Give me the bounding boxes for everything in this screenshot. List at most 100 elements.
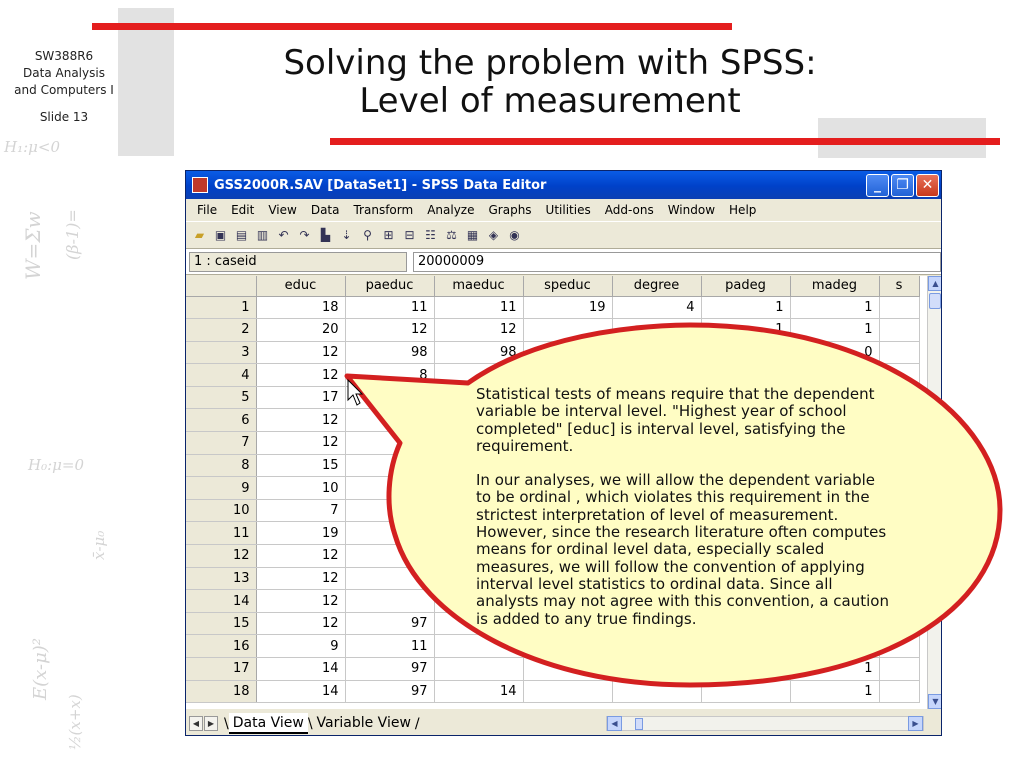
undo-icon[interactable]: ↶ bbox=[276, 228, 291, 242]
print-icon[interactable]: ▤ bbox=[234, 228, 249, 242]
data-cell[interactable]: 11 bbox=[434, 296, 524, 320]
data-cell[interactable] bbox=[701, 363, 791, 387]
data-cell[interactable]: 0 bbox=[790, 341, 880, 365]
menu-window[interactable]: Window bbox=[661, 203, 722, 217]
data-cell[interactable] bbox=[879, 680, 920, 704]
data-cell[interactable]: 12 bbox=[256, 408, 346, 433]
data-cell[interactable] bbox=[345, 589, 435, 613]
data-cell[interactable] bbox=[523, 634, 613, 658]
data-cell[interactable] bbox=[434, 634, 524, 658]
row-header[interactable]: 16 bbox=[186, 634, 257, 658]
data-cell[interactable] bbox=[345, 431, 435, 455]
data-cell[interactable]: 1 bbox=[701, 296, 791, 320]
tab-next-icon[interactable]: ▶ bbox=[204, 716, 218, 731]
data-cell[interactable]: 20 bbox=[256, 318, 346, 342]
select-cases-icon[interactable]: ▦ bbox=[465, 228, 480, 242]
column-header[interactable]: s bbox=[879, 276, 920, 297]
menu-transform[interactable]: Transform bbox=[346, 203, 420, 217]
data-cell[interactable] bbox=[523, 363, 613, 387]
menu-view[interactable]: View bbox=[261, 203, 303, 217]
data-cell[interactable] bbox=[523, 680, 613, 704]
row-header[interactable]: 6 bbox=[186, 408, 257, 433]
data-cell[interactable]: 12 bbox=[256, 567, 346, 591]
data-cell[interactable]: 19 bbox=[523, 296, 613, 320]
row-header[interactable]: 4 bbox=[186, 363, 257, 387]
data-cell[interactable]: 12 bbox=[256, 341, 346, 365]
menu-data[interactable]: Data bbox=[304, 203, 347, 217]
data-cell[interactable] bbox=[345, 476, 435, 500]
data-cell[interactable] bbox=[345, 521, 435, 546]
menu-analyze[interactable]: Analyze bbox=[420, 203, 481, 217]
menu-edit[interactable]: Edit bbox=[224, 203, 261, 217]
menu-add-ons[interactable]: Add-ons bbox=[598, 203, 661, 217]
row-header[interactable]: 5 bbox=[186, 386, 257, 410]
data-cell[interactable]: 4 bbox=[612, 296, 702, 320]
scroll-left-icon[interactable]: ◀ bbox=[607, 716, 622, 731]
data-cell[interactable] bbox=[523, 657, 613, 681]
data-cell[interactable]: 12 bbox=[256, 431, 346, 455]
column-header[interactable]: padeg bbox=[701, 276, 791, 297]
column-header[interactable]: paeduc bbox=[345, 276, 435, 297]
value-labels-icon[interactable]: ◈ bbox=[486, 228, 501, 242]
data-cell[interactable]: 97 bbox=[345, 612, 435, 636]
data-cell[interactable] bbox=[612, 318, 702, 342]
vertical-scrollbar[interactable]: ▲ ▼ bbox=[927, 276, 941, 709]
row-header[interactable]: 12 bbox=[186, 544, 257, 568]
data-cell[interactable]: 97 bbox=[345, 680, 435, 704]
data-cell[interactable]: 14 bbox=[434, 680, 524, 704]
row-header[interactable]: 1 bbox=[186, 296, 257, 320]
scroll-down-icon[interactable]: ▼ bbox=[928, 694, 941, 709]
menu-graphs[interactable]: Graphs bbox=[481, 203, 538, 217]
scroll-right-icon[interactable]: ▶ bbox=[908, 716, 923, 731]
menu-help[interactable]: Help bbox=[722, 203, 763, 217]
corner-cell[interactable] bbox=[186, 276, 257, 297]
data-cell[interactable] bbox=[879, 296, 920, 320]
row-header[interactable]: 7 bbox=[186, 431, 257, 455]
window-titlebar[interactable]: GSS2000R.SAV [DataSet1] - SPSS Data Edit… bbox=[186, 171, 941, 199]
data-cell[interactable]: 1 bbox=[790, 680, 880, 704]
data-cell[interactable] bbox=[434, 363, 524, 387]
data-cell[interactable]: 19 bbox=[256, 521, 346, 546]
data-cell[interactable]: 98 bbox=[345, 341, 435, 365]
data-cell[interactable]: 18 bbox=[256, 296, 346, 320]
tab-prev-icon[interactable]: ◀ bbox=[189, 716, 203, 731]
data-cell[interactable] bbox=[612, 657, 702, 681]
data-cell[interactable] bbox=[701, 341, 791, 365]
data-cell[interactable] bbox=[879, 657, 920, 681]
use-sets-icon[interactable]: ◉ bbox=[507, 228, 522, 242]
data-cell[interactable] bbox=[612, 363, 702, 387]
insert-cases-icon[interactable]: ⊞ bbox=[381, 228, 396, 242]
data-cell[interactable]: 1 bbox=[701, 318, 791, 342]
column-header[interactable]: educ bbox=[256, 276, 346, 297]
close-button[interactable]: ✕ bbox=[916, 173, 939, 197]
data-cell[interactable] bbox=[701, 680, 791, 704]
menu-utilities[interactable]: Utilities bbox=[539, 203, 598, 217]
data-cell[interactable]: 11 bbox=[345, 296, 435, 320]
column-header[interactable]: degree bbox=[612, 276, 702, 297]
data-cell[interactable]: 1 bbox=[790, 318, 880, 342]
goto-chart-icon[interactable]: ▙ bbox=[318, 228, 333, 242]
dialog-recall-icon[interactable]: ▥ bbox=[255, 228, 270, 242]
goto-case-icon[interactable]: ⇣ bbox=[339, 228, 354, 242]
data-cell[interactable] bbox=[612, 341, 702, 365]
row-header[interactable]: 8 bbox=[186, 454, 257, 478]
data-cell[interactable]: 12 bbox=[345, 318, 435, 342]
row-header[interactable]: 13 bbox=[186, 567, 257, 591]
data-cell[interactable]: 1 bbox=[790, 296, 880, 320]
data-cell[interactable] bbox=[612, 680, 702, 704]
redo-icon[interactable]: ↷ bbox=[297, 228, 312, 242]
open-folder-icon[interactable]: ▰ bbox=[192, 228, 207, 242]
data-cell[interactable]: 1 bbox=[790, 657, 880, 681]
data-cell[interactable]: 12 bbox=[256, 363, 346, 387]
row-header[interactable]: 9 bbox=[186, 476, 257, 500]
row-header[interactable]: 2 bbox=[186, 318, 257, 342]
data-cell[interactable] bbox=[879, 318, 920, 342]
data-cell[interactable]: 9 bbox=[256, 634, 346, 658]
cell-value-field[interactable]: 20000009 bbox=[413, 251, 941, 272]
data-cell[interactable] bbox=[345, 386, 435, 410]
data-cell[interactable]: 12 bbox=[256, 589, 346, 613]
data-cell[interactable] bbox=[345, 544, 435, 568]
data-cell[interactable] bbox=[879, 634, 920, 658]
data-cell[interactable]: 97 bbox=[345, 657, 435, 681]
data-cell[interactable]: 8 bbox=[345, 363, 435, 387]
